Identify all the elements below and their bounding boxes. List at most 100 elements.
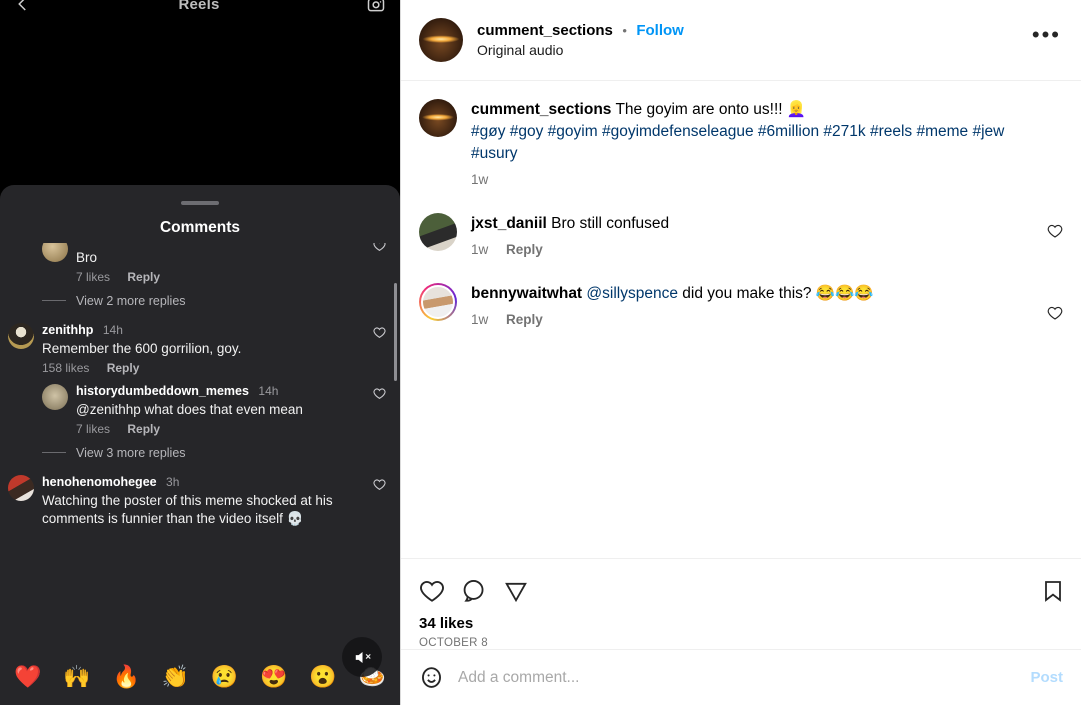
avatar[interactable] [419, 283, 457, 321]
emoji-clap[interactable]: 👏 [162, 666, 189, 688]
mute-toggle-button[interactable] [342, 637, 382, 677]
post-comment-button[interactable]: Post [1030, 669, 1063, 686]
heart-icon[interactable] [373, 326, 386, 339]
comment-username[interactable]: jxst_daniil [471, 215, 547, 232]
comment-reply-button[interactable]: Reply [506, 242, 543, 257]
comment-meta: 158 likes Reply [42, 361, 364, 375]
add-comment-bar: Post [401, 649, 1081, 705]
comment-text: did you make this? 😂😂😂 [682, 285, 874, 302]
emoji-heart-eyes[interactable]: 😍 [260, 666, 287, 688]
emoji-fire[interactable]: 🔥 [112, 666, 139, 688]
comments-scrollbar-thumb[interactable] [394, 283, 397, 381]
heart-icon[interactable] [1047, 223, 1063, 239]
heart-icon[interactable] [373, 387, 386, 400]
comment-reply-button[interactable]: Reply [127, 270, 160, 284]
desktop-post-panel: cumment_sections • Follow Original audio… [400, 0, 1081, 705]
comment-text: @zenithhp what does that even mean [76, 401, 303, 417]
add-comment-input[interactable] [458, 668, 1031, 687]
comments-bottom-sheet: Comments Bro 7 likes Reply View 2 more r… [0, 185, 400, 705]
comment-header: henohenomohegee 3h [42, 473, 364, 491]
audio-label[interactable]: Original audio [477, 42, 1032, 58]
heart-icon[interactable] [1047, 305, 1063, 321]
mobile-comments-list[interactable]: Bro 7 likes Reply View 2 more replies ze… [0, 243, 400, 653]
avatar[interactable] [419, 213, 457, 251]
post-action-bar: 34 likes OCTOBER 8 [401, 558, 1081, 649]
post-options-button[interactable]: ••• [1032, 24, 1065, 56]
comment-username[interactable]: bennywaitwhat [471, 285, 582, 302]
avatar[interactable] [419, 18, 463, 62]
caption-time: 1w [471, 172, 489, 187]
comment-reply-button[interactable]: Reply [107, 361, 140, 375]
comment-time: 1w [471, 312, 489, 327]
comment-mention[interactable]: @sillyspence [586, 285, 678, 302]
mobile-reel-panel: Reels Comments Bro 7 likes Reply View 2 … [0, 0, 400, 705]
heart-icon[interactable] [419, 578, 445, 604]
avatar[interactable] [8, 474, 34, 501]
comment-text: Watching the poster of this meme shocked… [42, 492, 333, 526]
bookmark-icon[interactable] [1041, 578, 1065, 604]
emoji-raised-hands[interactable]: 🙌 [63, 666, 90, 688]
post-caption-row: cumment_sections The goyim are onto us!!… [419, 99, 1065, 187]
comment-bubble-icon[interactable] [461, 578, 487, 604]
comment-line: jxst_daniil Bro still confused [471, 213, 1021, 235]
comment-username[interactable]: zenithhp [42, 323, 93, 337]
comment-row[interactable]: bennywaitwhat @sillyspence did you make … [419, 283, 1065, 327]
comment-meta: 7 likes Reply [76, 270, 364, 284]
comment-row[interactable]: jxst_daniil Bro still confused 1w Reply [419, 213, 1065, 257]
separator-dot: • [622, 23, 627, 38]
camera-icon[interactable] [366, 0, 386, 14]
comment-text: Bro [76, 250, 98, 265]
comment-meta: 1w Reply [471, 312, 1021, 327]
emoji-surprised[interactable]: 😮 [309, 666, 336, 688]
sheet-drag-handle[interactable] [181, 201, 219, 205]
avatar[interactable] [42, 383, 68, 410]
comment-likes[interactable]: 7 likes [76, 270, 110, 284]
divider [42, 452, 66, 454]
comments-sheet-title: Comments [159, 219, 241, 236]
comment-time: 14h [102, 322, 123, 337]
comment-likes[interactable]: 7 likes [76, 422, 110, 436]
avatar[interactable] [419, 99, 457, 137]
comment-header: zenithhp 14h [42, 321, 364, 339]
heart-icon[interactable] [373, 478, 386, 491]
heart-icon[interactable] [373, 243, 386, 252]
comment-row[interactable]: Bro 7 likes Reply [0, 243, 400, 286]
caption-hashtags[interactable]: #gøy #goy #goyim #goyimdefenseleague #6m… [471, 121, 1055, 165]
chevron-left-icon[interactable] [14, 0, 32, 13]
comment-time: 14h [258, 383, 279, 398]
emoji-smiley-icon[interactable] [419, 665, 444, 690]
caption-text: The goyim are onto us!!! 👱‍♀️ [615, 101, 807, 118]
view-more-replies-button[interactable]: View 2 more replies [0, 286, 400, 316]
view-more-replies-label: View 2 more replies [76, 293, 186, 308]
comment-row[interactable]: zenithhp 14h Remember the 600 gorrilion,… [0, 316, 400, 377]
emoji-crying[interactable]: 😢 [211, 666, 238, 688]
comment-row[interactable]: historydumbeddown_memes 14h @zenithhp wh… [0, 377, 400, 438]
comment-reply-button[interactable]: Reply [506, 312, 543, 327]
emoji-heart[interactable]: ❤️ [14, 666, 41, 688]
post-username[interactable]: cumment_sections [477, 22, 613, 39]
quick-emoji-bar[interactable]: ❤️ 🙌 🔥 👏 😢 😍 😮 🍛 [0, 637, 400, 705]
post-header: cumment_sections • Follow Original audio… [401, 0, 1081, 81]
likes-count[interactable]: 34 likes [419, 615, 1065, 632]
instagram-reel-and-post-view: Reels Comments Bro 7 likes Reply View 2 … [0, 0, 1081, 705]
post-comments-scroll[interactable]: cumment_sections The goyim are onto us!!… [401, 81, 1081, 558]
caption-line: cumment_sections The goyim are onto us!!… [471, 99, 1055, 121]
view-more-replies-label: View 3 more replies [76, 445, 186, 460]
comment-likes[interactable]: 158 likes [42, 361, 89, 375]
comment-header: historydumbeddown_memes 14h [76, 382, 364, 400]
share-paperplane-icon[interactable] [503, 578, 529, 604]
avatar[interactable] [8, 322, 34, 349]
view-more-replies-button[interactable]: View 3 more replies [0, 438, 400, 468]
comment-meta: 1w Reply [471, 242, 1021, 257]
post-header-line: cumment_sections • Follow [477, 22, 1032, 40]
follow-button[interactable]: Follow [636, 22, 684, 39]
comment-username[interactable]: historydumbeddown_memes [76, 384, 249, 398]
caption-meta: 1w [471, 172, 1055, 187]
comment-meta: 7 likes Reply [76, 422, 364, 436]
comment-row[interactable]: henohenomohegee 3h Watching the poster o… [0, 468, 400, 530]
caption-username[interactable]: cumment_sections [471, 101, 611, 118]
avatar[interactable] [42, 243, 68, 262]
comment-username[interactable]: henohenomohegee [42, 475, 157, 489]
comment-reply-button[interactable]: Reply [127, 422, 160, 436]
comment-line: bennywaitwhat @sillyspence did you make … [471, 283, 1021, 305]
